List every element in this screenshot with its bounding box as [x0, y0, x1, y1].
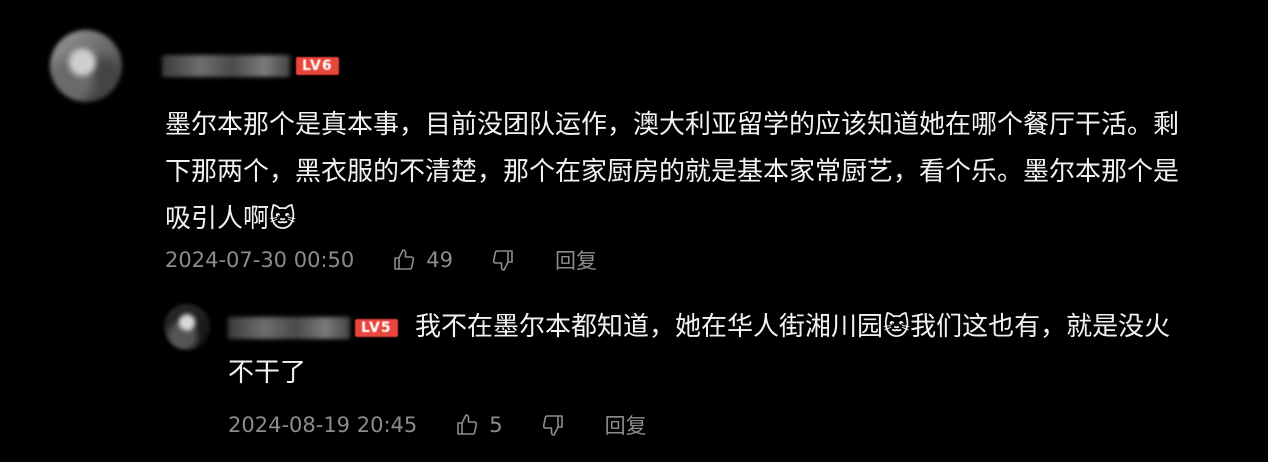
reply-reply-button[interactable]: 回复	[605, 410, 647, 440]
reply-avatar[interactable]	[164, 304, 210, 350]
reply-username[interactable]	[228, 317, 350, 339]
reply-text: 我不在墨尔本都知道，她在华人街湘川园🐱我们这也有，就是没火	[415, 304, 1235, 350]
reply-like-count: 5	[489, 413, 503, 437]
comment-line-1: 墨尔本那个是真本事，目前没团队运作，澳大利亚留学的应该知道她在哪个餐厅干活。剩	[165, 110, 1180, 140]
comment-line-2: 下那两个，黑衣服的不清楚，那个在家厨房的就是基本家常厨艺，看个乐。墨尔本那个是	[165, 157, 1180, 187]
comment-meta: 2024-07-30 00:50 49 回复	[165, 246, 597, 274]
thumbs-up-icon[interactable]	[392, 248, 416, 272]
thumbs-down-icon[interactable]	[491, 248, 515, 272]
reply-meta: 2024-08-19 20:45 5 回复	[228, 411, 647, 439]
level-badge: LV6	[296, 57, 339, 75]
cat-emoji-icon: 🐱	[883, 312, 911, 342]
comment-line-3: 吸引人啊	[165, 204, 270, 234]
cat-emoji-icon: 🐱	[269, 204, 297, 234]
reply-timestamp: 2024-08-19 20:45	[228, 413, 418, 437]
username[interactable]	[162, 55, 290, 77]
avatar[interactable]	[50, 30, 122, 102]
reply-button[interactable]: 回复	[555, 245, 597, 275]
thumbs-up-icon[interactable]	[455, 413, 479, 437]
reply-text-line-2: 不干了	[228, 358, 307, 388]
comment-timestamp: 2024-07-30 00:50	[165, 248, 355, 272]
thumbs-down-icon[interactable]	[541, 413, 565, 437]
reply-text-part2: 我们这也有，就是没火	[910, 312, 1171, 342]
reply-text-part1: 我不在墨尔本都知道，她在华人街湘川园	[415, 312, 884, 342]
comment-text: 墨尔本那个是真本事，目前没团队运作，澳大利亚留学的应该知道她在哪个餐厅干活。剩 …	[165, 102, 1245, 243]
comment-line-3-wrap: 吸引人啊🐱	[165, 196, 1245, 243]
reply-level-badge: LV5	[355, 319, 398, 337]
like-count: 49	[426, 248, 453, 272]
